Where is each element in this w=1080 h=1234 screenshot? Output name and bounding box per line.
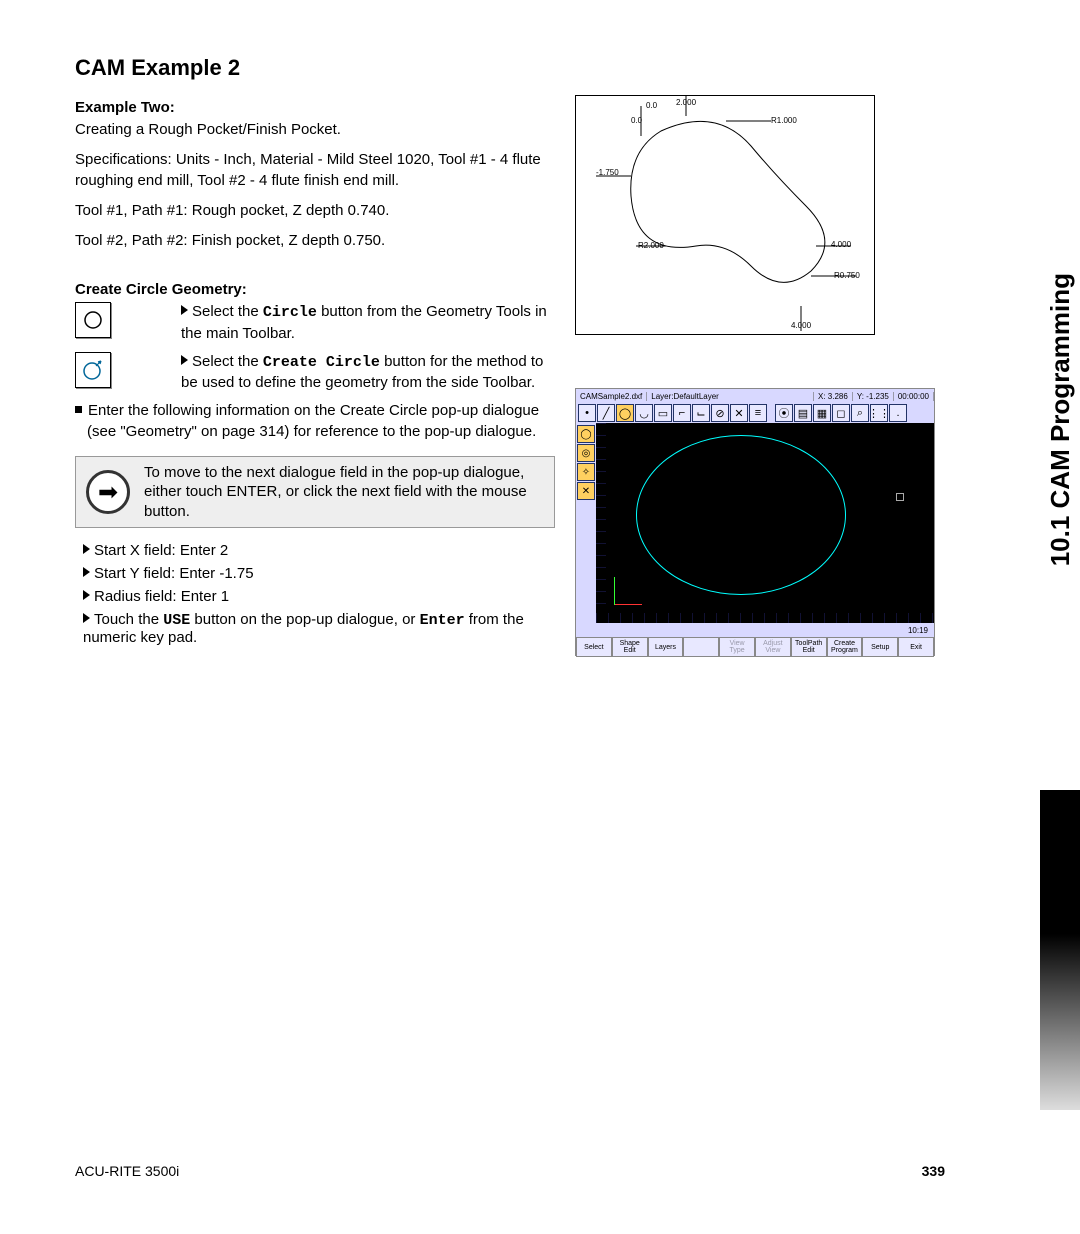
dim-4000b: 4.000: [791, 321, 811, 330]
sk-view-type[interactable]: View Type: [719, 637, 755, 657]
dim-4000: 4.000: [831, 240, 851, 249]
cam-footer: 10:19: [576, 623, 934, 637]
cam-canvas[interactable]: [596, 423, 934, 623]
triangle-bullet-icon: [181, 355, 188, 365]
tb-line-icon[interactable]: ╱: [597, 404, 615, 422]
sb-circle2-icon[interactable]: ◎: [577, 444, 595, 462]
sk-shape-edit[interactable]: Shape Edit: [612, 637, 648, 657]
intro-p4: Tool #2, Path #2: Finish pocket, Z depth…: [75, 231, 555, 251]
axis-x-icon: [614, 604, 642, 605]
footer-page-number: 339: [922, 1163, 945, 1179]
intro-p2: Specifications: Units - Inch, Material -…: [75, 150, 555, 191]
cam-softkeys: Select Shape Edit Layers View Type Adjus…: [576, 637, 934, 657]
sb-circle4-icon[interactable]: ✕: [577, 482, 595, 500]
cam-y: Y: -1.235: [853, 392, 894, 401]
cam-file: CAMSample2.dxf: [576, 392, 647, 401]
technical-drawing: R1.000 -1.750 R2.000 4.000 R0.750 4.000 …: [575, 95, 875, 335]
tb-zoom-icon[interactable]: ⌕: [851, 404, 869, 422]
tb-list-icon[interactable]: ≡: [749, 404, 767, 422]
tb-arc-icon[interactable]: ◡: [635, 404, 653, 422]
dim-n1750: -1.750: [596, 168, 619, 177]
chapter-tab-text: 10.1 CAM Programming: [1045, 273, 1076, 566]
tb-point-icon[interactable]: •: [578, 404, 596, 422]
tab-gradient: [1040, 790, 1080, 1110]
note-text: To move to the next dialogue field in th…: [144, 463, 544, 522]
note-box: ➡ To move to the next dialogue field in …: [75, 456, 555, 529]
sk-toolpath-edit[interactable]: ToolPath Edit: [791, 637, 827, 657]
dim-r1000: R1.000: [771, 116, 797, 125]
sk-blank[interactable]: [683, 637, 719, 657]
tb-view1-icon[interactable]: ⦿: [775, 404, 793, 422]
dim-r2000: R2.000: [638, 241, 664, 250]
sb-circle3-icon[interactable]: ✧: [577, 463, 595, 481]
ruler-vertical: [596, 423, 606, 613]
page-footer: ACU-RITE 3500i 339: [75, 1163, 945, 1179]
cam-layer: Layer:DefaultLayer: [647, 392, 814, 401]
triangle-bullet-icon: [83, 613, 90, 623]
triangle-bullet-icon: [181, 305, 188, 315]
dim-00: 0.0: [631, 116, 642, 125]
triangle-bullet-icon: [83, 590, 90, 600]
cam-screenshot: CAMSample2.dxf Layer:DefaultLayer X: 3.2…: [575, 388, 935, 656]
chapter-tab: 10.1 CAM Programming: [1040, 50, 1080, 790]
step-4: Touch the USE button on the pop-up dialo…: [83, 611, 563, 646]
tb-more-icon[interactable]: .: [889, 404, 907, 422]
tb-view2-icon[interactable]: ▤: [794, 404, 812, 422]
tb-shape1-icon[interactable]: ⌐: [673, 404, 691, 422]
footer-product: ACU-RITE 3500i: [75, 1163, 179, 1179]
sk-adjust-view[interactable]: Adjust View: [755, 637, 791, 657]
enter-info-bullet: Enter the following information on the C…: [75, 401, 555, 442]
sk-select[interactable]: Select: [576, 637, 612, 657]
axis-y-icon: [614, 577, 615, 605]
sk-setup[interactable]: Setup: [862, 637, 898, 657]
triangle-bullet-icon: [83, 544, 90, 554]
sk-layers[interactable]: Layers: [648, 637, 684, 657]
sk-exit[interactable]: Exit: [898, 637, 934, 657]
cam-side-toolbar: ◯ ◎ ✧ ✕: [576, 423, 596, 623]
tb-view3-icon[interactable]: ▦: [813, 404, 831, 422]
tb-delete-icon[interactable]: ✕: [730, 404, 748, 422]
dim-r0750: R0.750: [834, 271, 860, 280]
note-arrow-icon: ➡: [86, 470, 130, 514]
tb-shape3-icon[interactable]: ⊘: [711, 404, 729, 422]
drawn-circle: [636, 435, 846, 595]
row-create-circle-text: Select the Create Circle button for the …: [181, 352, 551, 394]
tb-circle-icon[interactable]: ◯: [616, 404, 634, 422]
cam-main-toolbar: • ╱ ◯ ◡ ▭ ⌐ ⌙ ⊘ ✕ ≡ ⦿ ▤ ▦ ◻ ⌕ ⋮⋮ .: [576, 403, 934, 423]
create-circle-icon: [75, 352, 111, 388]
drawing-svg: [576, 96, 876, 336]
tb-shape2-icon[interactable]: ⌙: [692, 404, 710, 422]
row-circle-text: Select the Circle button from the Geomet…: [181, 302, 551, 344]
triangle-bullet-icon: [83, 567, 90, 577]
page-heading: CAM Example 2: [75, 55, 945, 81]
sb-create-circle-icon[interactable]: ◯: [577, 425, 595, 443]
tb-view4-icon[interactable]: ◻: [832, 404, 850, 422]
ruler-horizontal: [596, 613, 934, 623]
tb-rect-icon[interactable]: ▭: [654, 404, 672, 422]
cam-time: 00:00:00: [894, 392, 934, 401]
intro-p1: Creating a Rough Pocket/Finish Pocket.: [75, 120, 555, 140]
dim-00t: 0.0: [646, 101, 657, 110]
tb-grid-icon[interactable]: ⋮⋮: [870, 404, 888, 422]
cam-x: X: 3.286: [814, 392, 853, 401]
intro-p3: Tool #1, Path #1: Rough pocket, Z depth …: [75, 201, 555, 221]
dim-2000t: 2.000: [676, 98, 696, 107]
marker-square: [896, 493, 904, 501]
cam-clock: 10:19: [908, 626, 928, 635]
sk-create-program[interactable]: Create Program: [827, 637, 863, 657]
square-bullet-icon: [75, 406, 82, 413]
circle-icon: [75, 302, 111, 338]
cam-status-bar: CAMSample2.dxf Layer:DefaultLayer X: 3.2…: [576, 389, 934, 403]
cam-body: ◯ ◎ ✧ ✕: [576, 423, 934, 623]
